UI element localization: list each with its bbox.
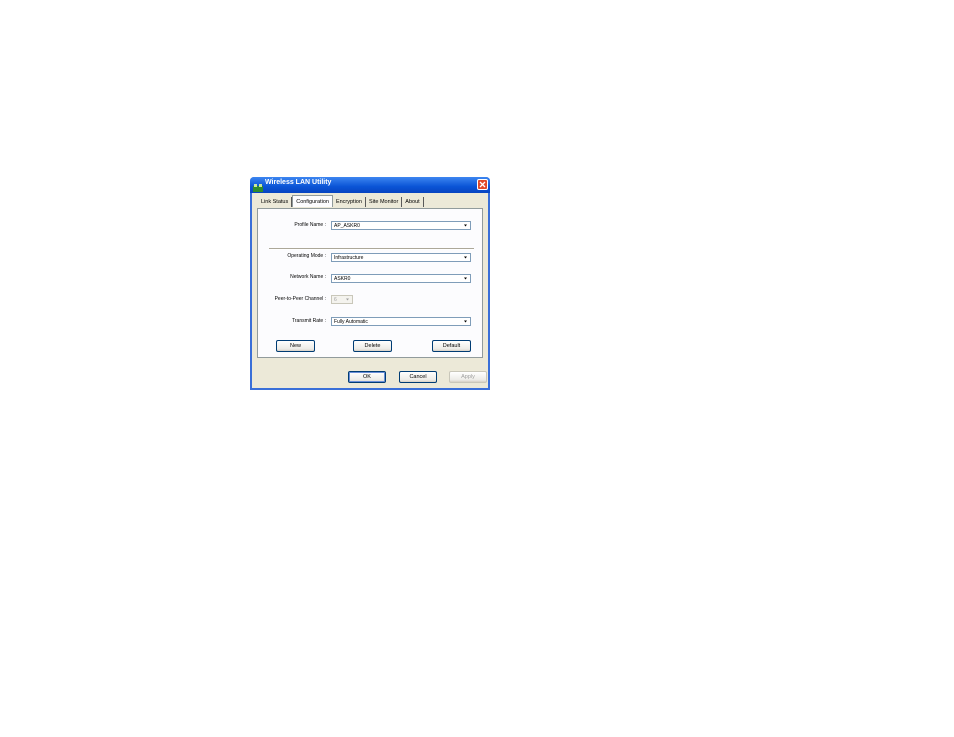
network-name-select[interactable]: ASKR0 bbox=[331, 274, 471, 283]
apply-button[interactable]: Apply bbox=[449, 371, 487, 383]
profile-name-label: Profile Name : bbox=[294, 222, 326, 228]
profile-name-value: AP_ASKR0 bbox=[334, 223, 360, 229]
tab-configuration[interactable]: Configuration bbox=[292, 195, 333, 207]
tab-encryption[interactable]: Encryption bbox=[333, 197, 366, 207]
chevron-down-icon bbox=[464, 277, 467, 280]
delete-button[interactable]: Delete bbox=[353, 340, 392, 352]
default-button[interactable]: Default bbox=[432, 340, 471, 352]
configuration-panel: Profile Name : AP_ASKR0 Operating Mode :… bbox=[257, 208, 483, 358]
chevron-down-icon bbox=[464, 320, 467, 323]
operating-mode-label: Operating Mode : bbox=[287, 253, 326, 259]
tab-site-monitor[interactable]: Site Monitor bbox=[366, 197, 403, 207]
tab-about[interactable]: About bbox=[402, 197, 424, 207]
cancel-button[interactable]: Cancel bbox=[399, 371, 437, 383]
ok-button[interactable]: OK bbox=[348, 371, 386, 383]
peer-to-peer-channel-value: 6 bbox=[334, 297, 337, 303]
window-title: Wireless LAN Utility bbox=[265, 179, 332, 186]
title-bar[interactable]: Wireless LAN Utility bbox=[250, 177, 490, 193]
peer-to-peer-channel-label: Peer-to-Peer Channel : bbox=[274, 296, 326, 302]
chevron-down-icon bbox=[464, 224, 467, 227]
transmit-rate-label: Transmit Rate : bbox=[292, 318, 326, 324]
transmit-rate-value: Fully Automatic bbox=[334, 319, 368, 325]
network-card-icon bbox=[253, 180, 263, 192]
close-button[interactable] bbox=[477, 179, 488, 190]
transmit-rate-select[interactable]: Fully Automatic bbox=[331, 317, 471, 326]
profile-name-select[interactable]: AP_ASKR0 bbox=[331, 221, 471, 230]
network-name-label: Network Name : bbox=[290, 274, 326, 280]
peer-to-peer-channel-select[interactable]: 6 bbox=[331, 295, 353, 304]
operating-mode-select[interactable]: Infrastructure bbox=[331, 253, 471, 262]
tab-link-status[interactable]: Link Status bbox=[258, 197, 293, 207]
dialog-client-area: Link Status Configuration Encryption Sit… bbox=[252, 193, 488, 388]
wireless-lan-utility-window: Wireless LAN Utility Link Status Configu… bbox=[250, 177, 490, 390]
chevron-down-icon bbox=[464, 256, 467, 259]
new-button[interactable]: New bbox=[276, 340, 315, 352]
close-icon bbox=[479, 181, 486, 188]
operating-mode-value: Infrastructure bbox=[334, 255, 364, 261]
network-name-value: ASKR0 bbox=[334, 276, 351, 282]
chevron-down-icon bbox=[346, 298, 349, 301]
separator bbox=[269, 248, 474, 250]
